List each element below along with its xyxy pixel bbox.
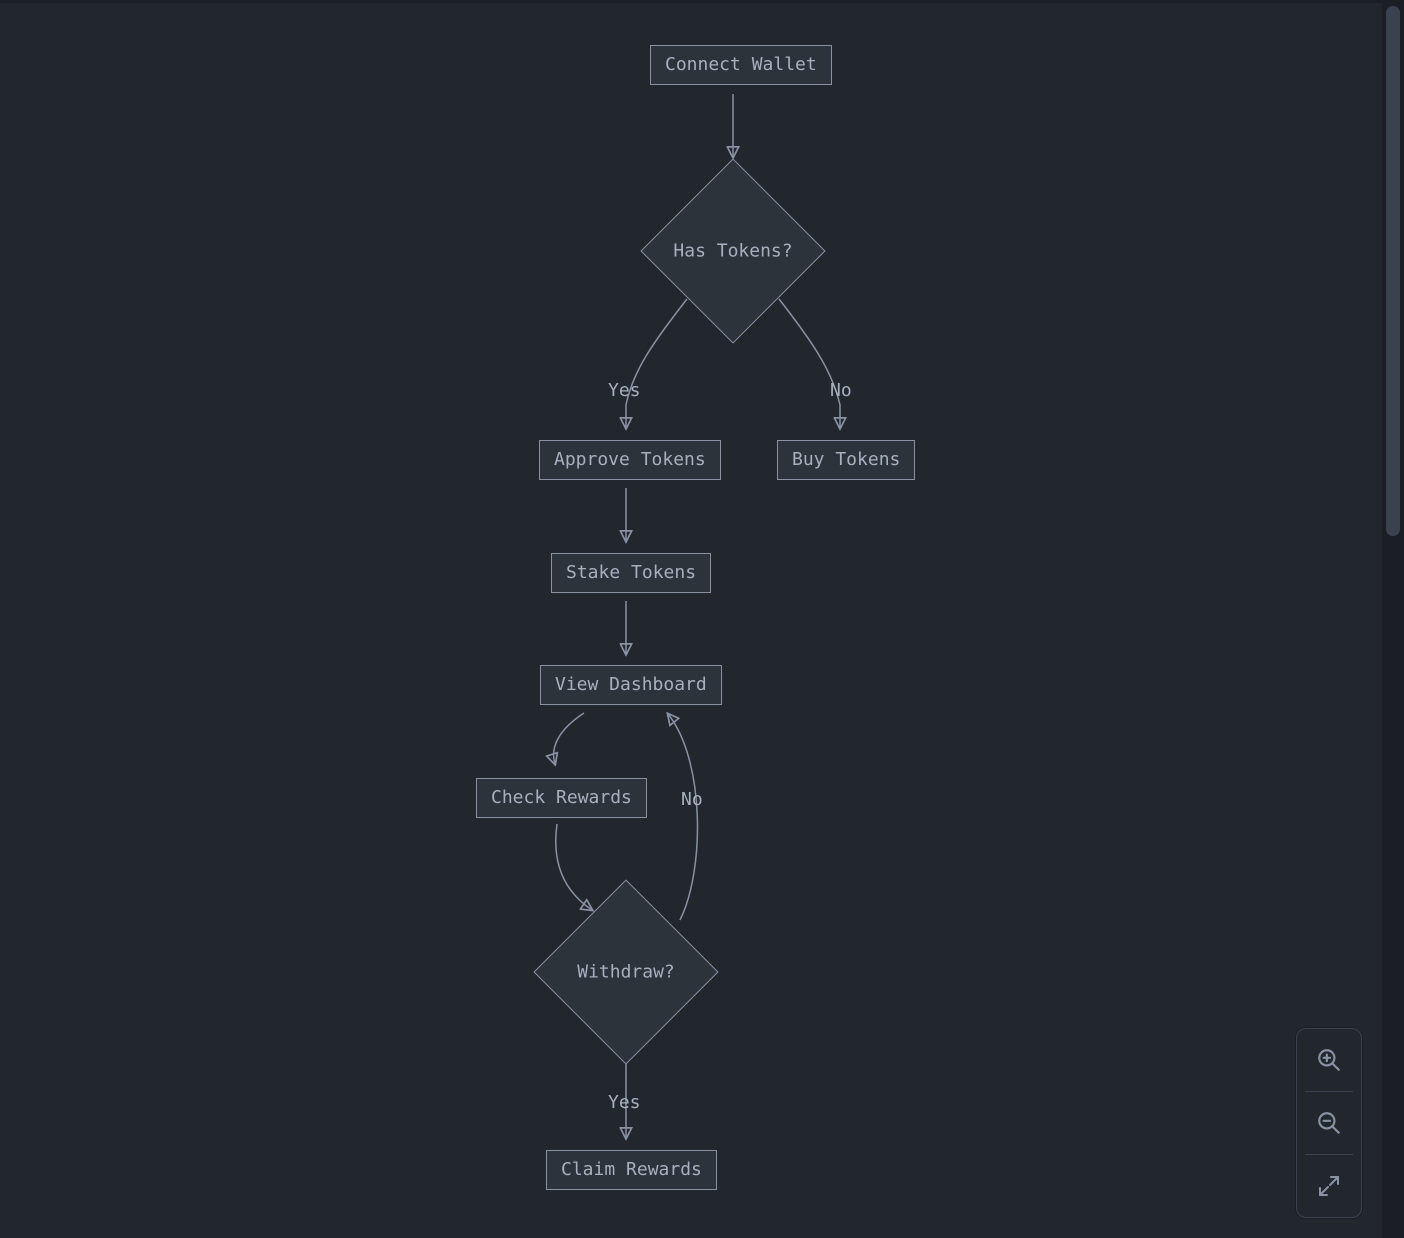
node-stake-tokens[interactable]: Stake Tokens <box>551 553 711 593</box>
node-view-dashboard[interactable]: View Dashboard <box>540 665 722 705</box>
node-label: Buy Tokens <box>792 449 900 470</box>
node-connect-wallet[interactable]: Connect Wallet <box>650 45 832 85</box>
node-label: Check Rewards <box>491 787 632 808</box>
edge-label-withdraw-yes: Yes <box>608 1092 641 1113</box>
zoom-controls <box>1296 1028 1362 1218</box>
node-label: Stake Tokens <box>566 562 696 583</box>
node-label: Claim Rewards <box>561 1159 702 1180</box>
node-buy-tokens[interactable]: Buy Tokens <box>777 440 915 480</box>
zoom-in-button[interactable] <box>1297 1029 1361 1091</box>
node-label: Connect Wallet <box>665 54 817 75</box>
diagram-canvas[interactable]: Connect Wallet Has Tokens? Yes No Approv… <box>0 0 1404 1238</box>
node-claim-rewards[interactable]: Claim Rewards <box>546 1150 717 1190</box>
zoom-in-icon <box>1316 1047 1342 1073</box>
node-label: Has Tokens? <box>673 241 792 262</box>
fullscreen-icon <box>1317 1174 1341 1198</box>
zoom-out-button[interactable] <box>1297 1092 1361 1154</box>
node-check-rewards[interactable]: Check Rewards <box>476 778 647 818</box>
flowchart-edges <box>0 0 1404 1238</box>
top-border <box>0 0 1404 3</box>
node-label: Approve Tokens <box>554 449 706 470</box>
scrollbar-thumb[interactable] <box>1386 6 1400 536</box>
edge-label-withdraw-no: No <box>681 789 703 810</box>
edge-label-no: No <box>830 380 852 401</box>
zoom-out-icon <box>1316 1110 1342 1136</box>
edge-label-yes: Yes <box>608 380 641 401</box>
fullscreen-button[interactable] <box>1297 1155 1361 1217</box>
node-label: View Dashboard <box>555 674 707 695</box>
scrollbar-track[interactable] <box>1382 0 1404 1238</box>
node-label: Withdraw? <box>577 962 675 983</box>
node-approve-tokens[interactable]: Approve Tokens <box>539 440 721 480</box>
